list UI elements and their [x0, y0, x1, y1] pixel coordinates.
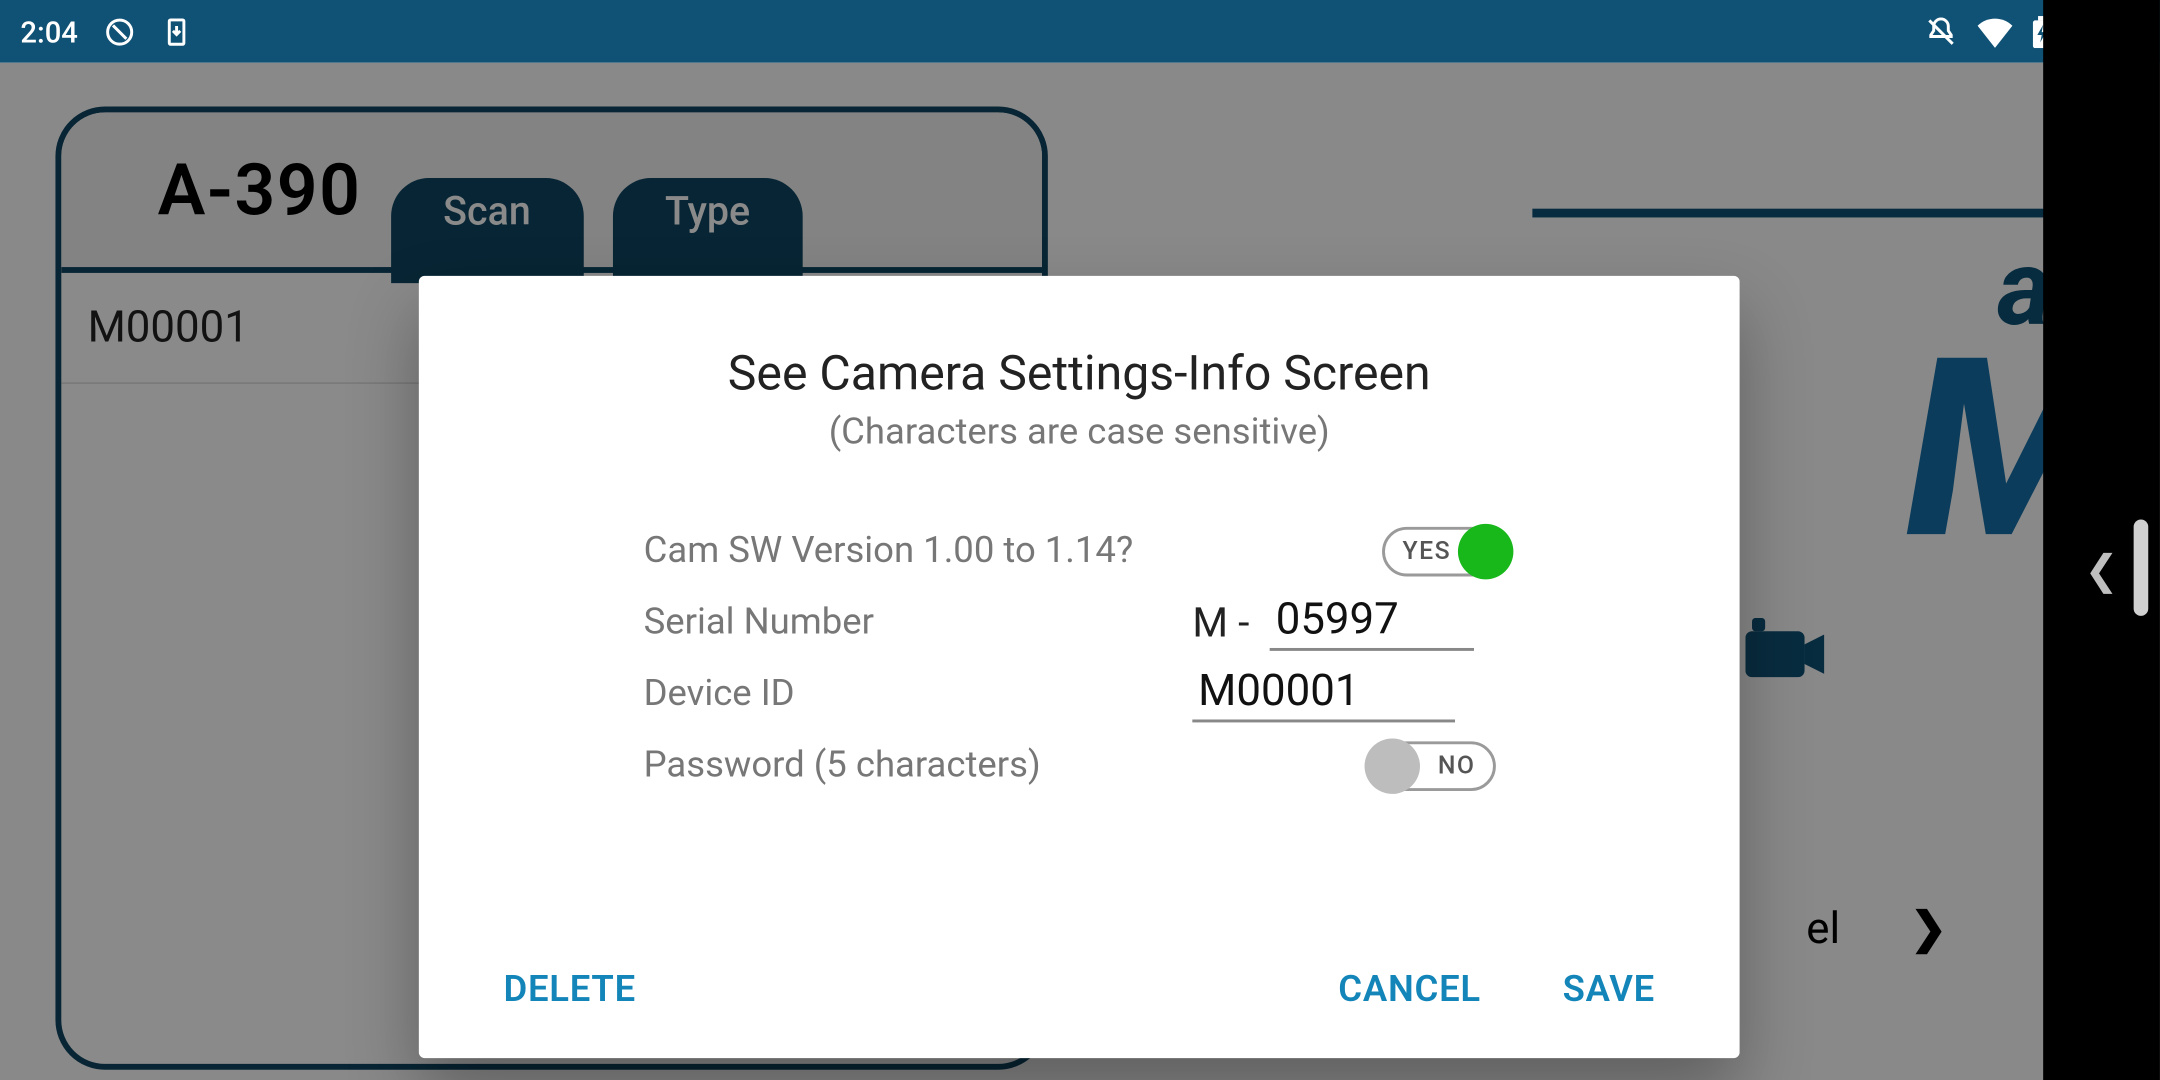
save-button[interactable]: SAVE — [1545, 954, 1672, 1026]
serial-number-label: Serial Number — [644, 601, 1193, 643]
sw-version-label: Cam SW Version 1.00 to 1.14? — [644, 530, 1193, 572]
chevron-left-icon[interactable]: ❮ — [2084, 545, 2118, 593]
password-label: Password (5 characters) — [644, 744, 1368, 786]
cancel-button[interactable]: CANCEL — [1321, 954, 1499, 1026]
serial-prefix: M - — [1192, 598, 1249, 646]
nav-handle[interactable] — [2134, 520, 2149, 616]
download-icon — [163, 15, 192, 47]
dialog-title: See Camera Settings-Info Screen — [419, 346, 1740, 403]
password-toggle[interactable]: NO — [1367, 741, 1495, 791]
delete-button[interactable]: DELETE — [486, 954, 653, 1026]
wifi-icon — [1975, 15, 2013, 47]
background-app: A-390 Scan Type M00001 aQ M el ❯ APP VER… — [0, 63, 2160, 1080]
status-time: 2:04 — [20, 14, 77, 49]
device-id-input[interactable] — [1192, 665, 1455, 722]
device-id-label: Device ID — [644, 673, 1193, 715]
status-bar: 2:04 100% — [0, 0, 2160, 63]
sw-version-toggle[interactable]: YES — [1382, 526, 1510, 576]
silent-icon — [1923, 14, 1958, 49]
serial-number-input[interactable] — [1270, 594, 1474, 651]
dialog-subtitle: (Characters are case sensitive) — [419, 412, 1740, 454]
do-not-disturb-icon — [104, 15, 136, 47]
camera-settings-dialog: See Camera Settings-Info Screen (Charact… — [419, 276, 1740, 1058]
system-nav-bar: ❮ — [2043, 0, 2160, 1080]
